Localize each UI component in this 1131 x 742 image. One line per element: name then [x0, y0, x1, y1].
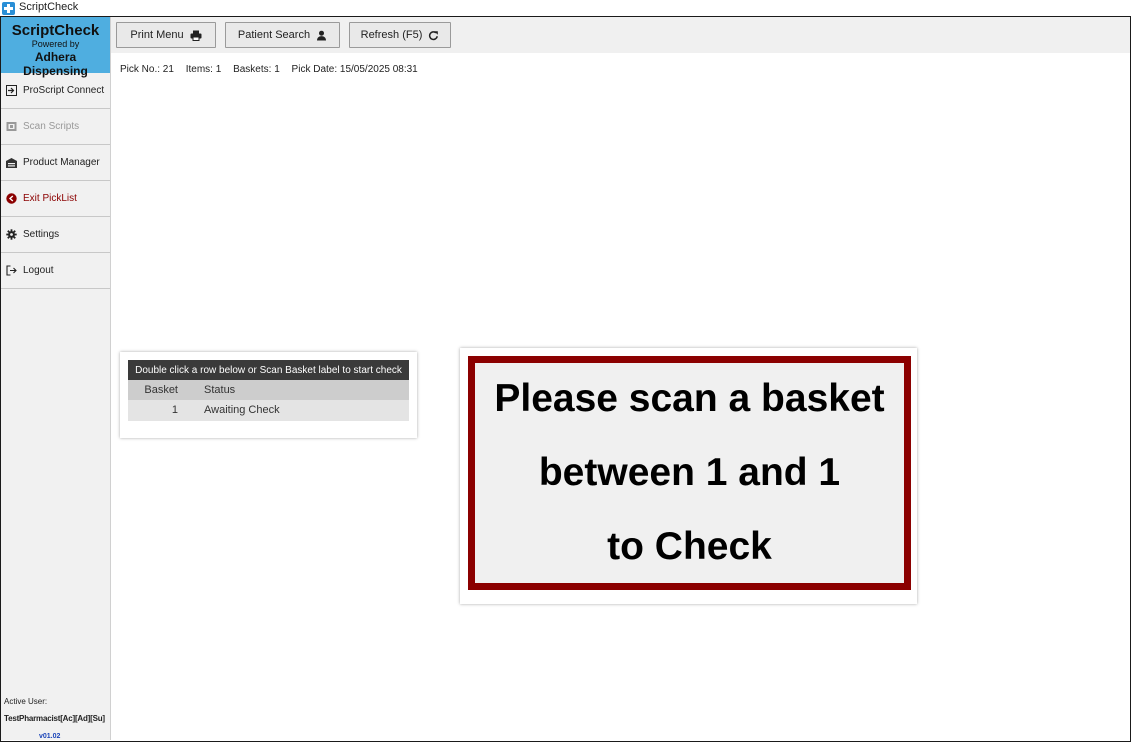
pick-date: Pick Date: 15/05/2025 08:31 [291, 64, 418, 75]
basket-number-cell: 1 [171, 404, 178, 416]
sidebar-item-label: Logout [23, 265, 54, 276]
sidebar-item-label: Scan Scripts [23, 121, 80, 132]
sidebar-item-logout[interactable]: Logout [1, 253, 110, 289]
printer-icon [190, 30, 202, 41]
scan-icon [6, 121, 17, 132]
scan-prompt-line-1: Please scan a basket [494, 377, 885, 420]
basket-table-instructions: Double click a row below or Scan Basket … [128, 360, 409, 380]
print-menu-button[interactable]: Print Menu [116, 22, 216, 48]
basket-table-columns: Basket Status [128, 380, 409, 400]
scan-prompt-line-2: between 1 and 1 [538, 451, 841, 494]
sidebar-item-proscript-connect[interactable]: ProScript Connect [1, 73, 110, 109]
gear-icon [6, 229, 17, 240]
sidebar-item-product-manager[interactable]: Product Manager [1, 145, 110, 181]
scan-prompt-box: Please scan a basket between 1 and 1 to … [468, 356, 911, 590]
brand-panel: ScriptCheck Powered by Adhera Dispensing [1, 17, 110, 78]
pick-number: Pick No.: 21 [120, 64, 174, 75]
sidebar-item-label: Product Manager [23, 157, 100, 168]
back-circle-icon [6, 193, 17, 204]
logout-icon [6, 265, 17, 276]
column-header-status: Status [204, 384, 236, 396]
sidebar-item-label: ProScript Connect [23, 85, 105, 96]
sign-in-icon [6, 85, 17, 96]
warehouse-icon [6, 157, 17, 168]
active-user-value: TestPharmacist[Ac][Ad][Su] [4, 714, 105, 723]
sidebar-item-label: Settings [23, 229, 60, 240]
scan-prompt-card: Please scan a basket between 1 and 1 to … [460, 348, 917, 604]
patient-search-button[interactable]: Patient Search [225, 22, 340, 48]
sidebar-item-exit-picklist[interactable]: Exit PickList [1, 181, 110, 217]
sidebar-item-label: Exit PickList [23, 193, 77, 204]
scan-prompt-text: Please scan a basket between 1 and 1 to … [494, 362, 884, 584]
brand-name: ScriptCheck [11, 22, 100, 39]
app-version: v01.02 [39, 733, 61, 740]
pick-baskets: Baskets: 1 [233, 64, 280, 75]
sidebar: ScriptCheck Powered by Adhera Dispensing… [1, 17, 111, 740]
basket-status-cell: Awaiting Check [204, 404, 280, 416]
user-icon [316, 30, 327, 41]
app-logo-icon [2, 2, 15, 15]
basket-table-card: Double click a row below or Scan Basket … [120, 352, 417, 438]
toolbar: Print Menu Patient Search Refresh (F5) [111, 17, 1130, 53]
refresh-icon [428, 30, 439, 41]
pick-items: Items: 1 [185, 64, 222, 75]
active-user-label: Active User: [4, 697, 48, 706]
pick-info: Pick No.: 21 Items: 1 Baskets: 1 Pick Da… [120, 64, 427, 75]
scan-prompt-line-3: to Check [607, 525, 772, 568]
brand-powered-by: Powered by [31, 39, 80, 49]
sidebar-item-scan-scripts[interactable]: Scan Scripts [1, 109, 110, 145]
window-title: ScriptCheck [19, 1, 79, 13]
window-titlebar: ScriptCheck [0, 0, 1131, 16]
refresh-button[interactable]: Refresh (F5) [349, 22, 451, 48]
sidebar-item-settings[interactable]: Settings [1, 217, 110, 253]
column-header-basket: Basket [144, 384, 178, 396]
table-row[interactable]: 1 Awaiting Check [128, 400, 409, 421]
